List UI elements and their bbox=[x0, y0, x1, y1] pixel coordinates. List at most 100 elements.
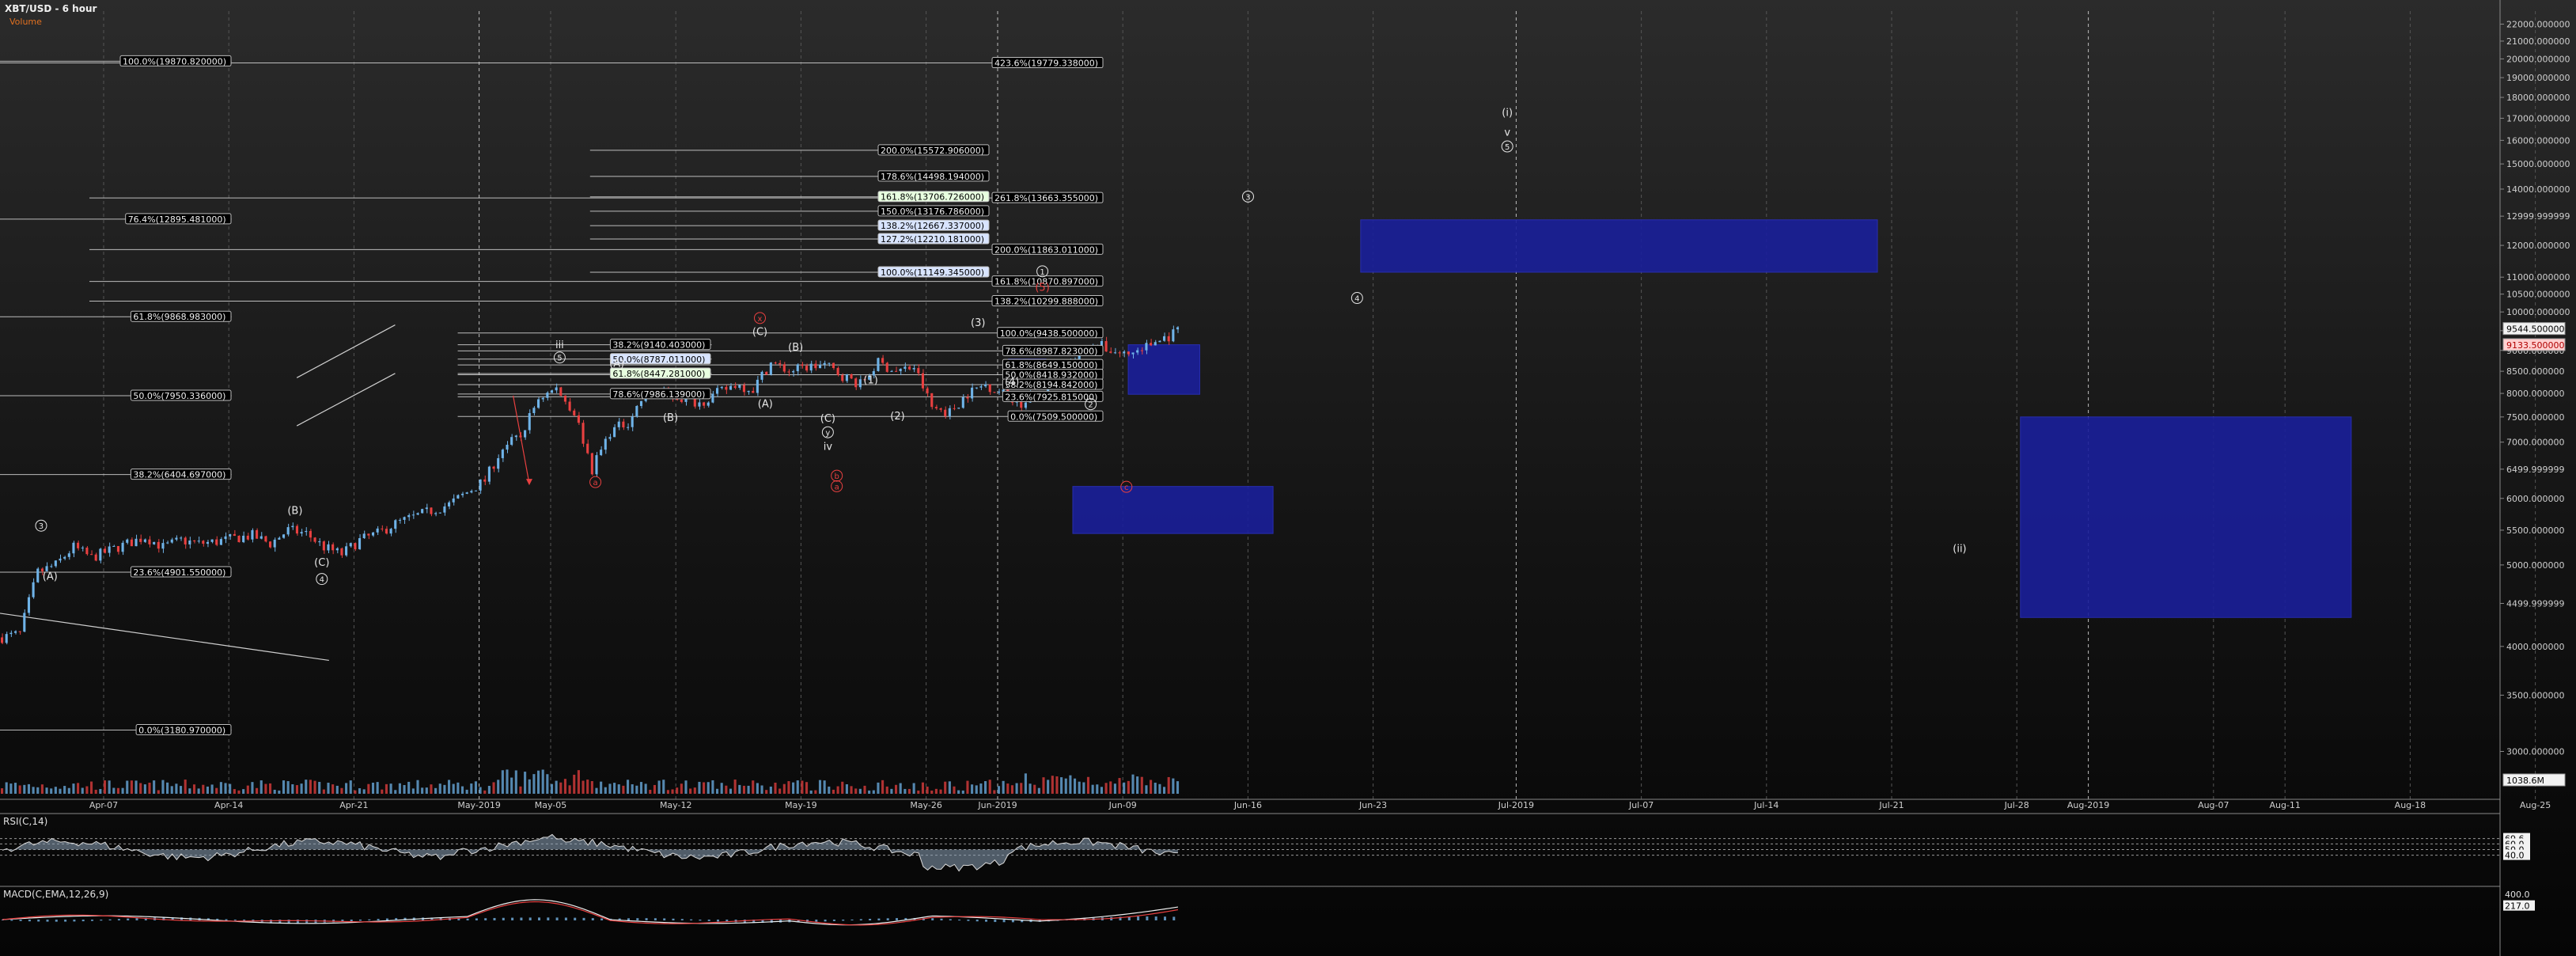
volume-bar bbox=[148, 783, 151, 794]
volume-bar bbox=[796, 780, 799, 794]
wave-label: 1 bbox=[1040, 268, 1044, 277]
volume-bar bbox=[939, 789, 942, 794]
projection-arrow-head bbox=[525, 479, 532, 486]
candle-body bbox=[367, 533, 370, 536]
candle-body bbox=[121, 542, 124, 552]
macd-histogram-bar bbox=[37, 920, 40, 922]
volume-bar bbox=[1082, 782, 1085, 794]
y-tick-label: 19000.000000 bbox=[2506, 73, 2570, 83]
candle-body bbox=[711, 393, 714, 403]
candle-body bbox=[143, 539, 146, 542]
candle-body bbox=[23, 613, 26, 632]
candle-body bbox=[85, 547, 89, 555]
y-tick-label: 18000.000000 bbox=[2506, 93, 2570, 103]
volume-bar bbox=[300, 783, 303, 794]
volume-bar bbox=[1140, 776, 1143, 794]
macd-histogram-bar bbox=[663, 918, 666, 920]
candle-body bbox=[703, 402, 706, 406]
macd-histogram-bar bbox=[636, 918, 639, 920]
candle-body bbox=[546, 393, 549, 398]
x-tick-label: Jun-16 bbox=[1233, 800, 1262, 810]
volume-bar bbox=[1163, 787, 1166, 794]
fib-upper-label: 178.6%(14498.194000) bbox=[881, 172, 984, 182]
volume-bar bbox=[930, 790, 934, 794]
candle-body bbox=[1154, 342, 1157, 346]
candle-body bbox=[979, 386, 983, 388]
target-box-ii bbox=[2020, 416, 2352, 618]
candle-body bbox=[407, 515, 411, 518]
candle-body bbox=[541, 397, 544, 400]
candle-body bbox=[108, 546, 111, 553]
macd-histogram-bar bbox=[1164, 916, 1166, 920]
volume-bar bbox=[742, 785, 745, 794]
volume-bar bbox=[506, 769, 509, 794]
volume-bar bbox=[550, 783, 554, 794]
volume-bar bbox=[1123, 782, 1126, 794]
candle-body bbox=[269, 541, 272, 548]
volume-bar bbox=[81, 787, 84, 794]
candle-body bbox=[550, 390, 554, 393]
candle-body bbox=[313, 537, 316, 542]
x-tick-label: Aug-25 bbox=[2520, 800, 2551, 810]
volume-bar bbox=[305, 780, 308, 794]
candle-body bbox=[492, 466, 495, 469]
candle-body bbox=[153, 541, 156, 544]
macd-histogram-bar bbox=[600, 918, 604, 920]
candle-body bbox=[286, 527, 290, 535]
volume-bar bbox=[116, 787, 119, 794]
macd-histogram-bar bbox=[493, 917, 496, 920]
candle-body bbox=[1172, 329, 1175, 342]
candle-body bbox=[398, 519, 401, 521]
volume-bar bbox=[680, 783, 683, 794]
volume-bar bbox=[126, 780, 129, 794]
volume-bar bbox=[957, 790, 960, 794]
volume-bar bbox=[1051, 776, 1054, 794]
fib-upper-label: 161.8%(13706.726000) bbox=[881, 192, 984, 203]
candle-body bbox=[792, 371, 795, 373]
candle-body bbox=[134, 538, 138, 547]
fib-mid-label: 38.2%(9140.403000) bbox=[612, 340, 705, 351]
volume-bar bbox=[519, 786, 522, 794]
wave-label: iii bbox=[555, 340, 564, 351]
price-chart[interactable]: 100.0%(19870.820000) 76.4%(12895.481000) 6… bbox=[0, 0, 2576, 956]
volume-bar bbox=[725, 785, 728, 794]
wave-label: (4) bbox=[1005, 377, 1019, 389]
volume-bar bbox=[568, 785, 571, 794]
volume-bar bbox=[818, 780, 822, 794]
volume-bar bbox=[782, 783, 786, 794]
volume-bar bbox=[322, 789, 325, 794]
volume-bar bbox=[738, 784, 741, 794]
volume-bar bbox=[1006, 783, 1010, 794]
volume-bar bbox=[27, 783, 30, 794]
y-tick-label: 3000.000000 bbox=[2506, 746, 2564, 757]
volume-bar bbox=[953, 786, 956, 794]
fib-left-label: 76.4%(12895.481000) bbox=[128, 214, 226, 225]
channel-lower bbox=[296, 373, 396, 427]
volume-bar bbox=[67, 787, 70, 794]
y-tick-label: 5500.000000 bbox=[2506, 525, 2564, 536]
volume-bar bbox=[657, 780, 661, 794]
volume-bar bbox=[282, 780, 286, 794]
volume-bar bbox=[367, 783, 370, 794]
candle-body bbox=[725, 386, 728, 390]
volume-bar bbox=[984, 781, 987, 794]
candle-body bbox=[59, 558, 62, 561]
macd-histogram-bar bbox=[547, 917, 550, 920]
candle-body bbox=[939, 408, 942, 410]
volume-bar bbox=[944, 781, 947, 794]
candle-body bbox=[210, 539, 214, 542]
macd-histogram-bar bbox=[287, 920, 290, 924]
macd-histogram-bar bbox=[1137, 916, 1140, 920]
volume-bar bbox=[832, 789, 835, 794]
volume-bar bbox=[693, 787, 696, 794]
red-marker: a bbox=[835, 483, 839, 491]
candle-body bbox=[278, 537, 281, 540]
candle-body bbox=[586, 443, 589, 453]
volume-bar bbox=[559, 782, 563, 794]
volume-bar bbox=[23, 784, 26, 794]
volume-bar bbox=[787, 781, 790, 794]
macd-histogram-bar bbox=[1172, 916, 1176, 920]
volume-bar bbox=[814, 790, 817, 794]
volume-bar bbox=[975, 785, 978, 794]
volume-bar bbox=[747, 785, 750, 794]
